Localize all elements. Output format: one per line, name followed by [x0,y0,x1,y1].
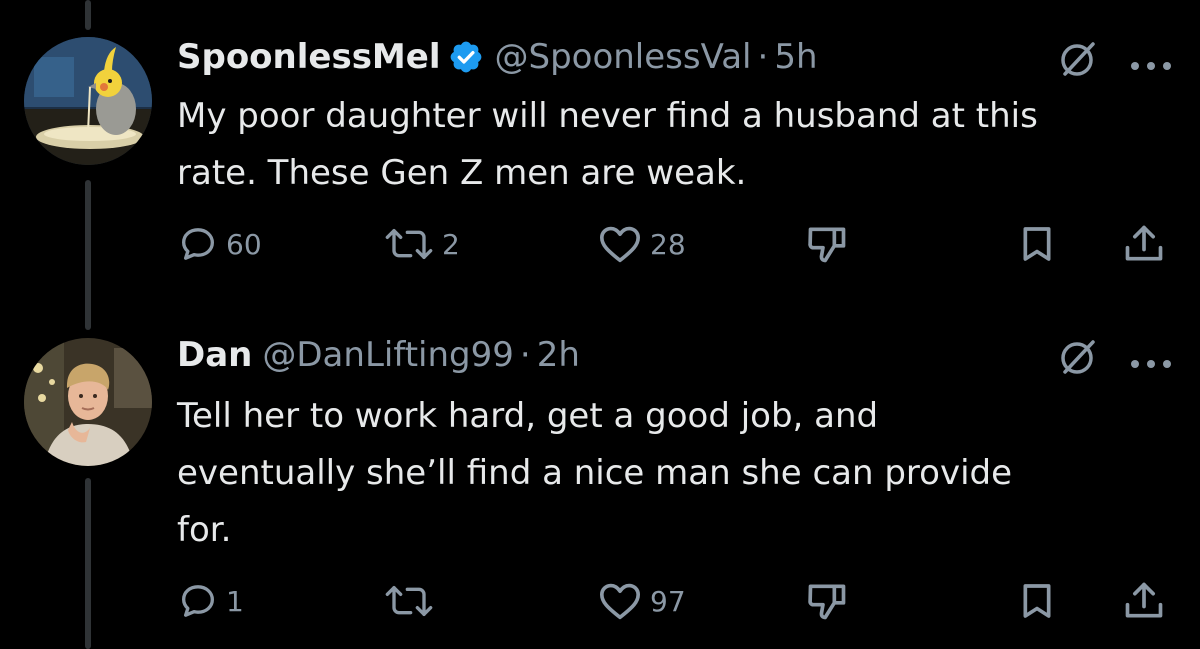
share-button[interactable] [1122,576,1166,626]
reply-count: 60 [226,227,262,261]
repost-button[interactable]: 2 [384,219,460,269]
dislike-button[interactable] [804,576,850,626]
more-icon[interactable] [1130,354,1172,368]
like-count: 28 [650,227,686,261]
handle[interactable]: @DanLifting99 [262,335,514,375]
action-bar: 60 2 28 [0,219,1200,269]
grok-icon[interactable] [1057,38,1099,80]
share-icon [1125,225,1163,261]
repost-icon [385,586,433,616]
tweet-dan[interactable]: Dan @DanLifting99 · 2h Tell her to work … [0,330,1200,649]
tweet-spoonlessmel[interactable]: SpoonlessMel @SpoonlessVal · 5h My poor … [0,32,1200,272]
bookmark-button[interactable] [1017,576,1057,626]
avatar-spoonlessmel[interactable] [24,37,152,165]
avatar-dan[interactable] [24,338,152,466]
tweet-text-line: My poor daughter will never find a husba… [177,96,1038,136]
tweet-header: SpoonlessMel @SpoonlessVal · 5h [177,32,818,82]
thumbs-down-icon [808,584,846,620]
tweet-text: My poor daughter will never find a husba… [177,88,1167,202]
reply-button[interactable]: 1 [178,576,244,626]
tweet-text: Tell her to work hard, get a good job, a… [177,388,1167,559]
tweet-text-line: for. [177,510,232,550]
bookmark-icon [1023,584,1051,618]
tweet-text-line: Tell her to work hard, get a good job, a… [177,396,879,436]
tweet-top-actions [1000,38,1200,82]
reply-icon [182,585,214,617]
thread-line-top [85,0,91,30]
like-button[interactable]: 28 [598,219,686,269]
bookmark-button[interactable] [1017,219,1057,269]
verified-badge-icon [448,39,484,75]
display-name[interactable]: Dan [177,335,252,375]
timestamp[interactable]: 2h [537,335,580,375]
heart-icon [599,583,640,620]
reply-count: 1 [226,584,244,618]
tweet-header: Dan @DanLifting99 · 2h [177,330,580,380]
reply-icon [182,228,214,260]
more-icon[interactable] [1130,56,1172,70]
separator-dot: · [757,37,769,77]
repost-count: 2 [442,227,460,261]
bookmark-icon [1023,227,1051,261]
repost-button[interactable] [384,576,442,626]
share-button[interactable] [1122,219,1166,269]
timestamp[interactable]: 5h [774,37,817,77]
separator-dot: · [519,335,531,375]
display-name[interactable]: SpoonlessMel [177,37,440,77]
like-button[interactable]: 97 [598,576,686,626]
repost-icon [385,229,433,259]
handle[interactable]: @SpoonlessVal [494,37,751,77]
share-icon [1125,582,1163,618]
thumbs-down-icon [808,227,846,263]
reply-button[interactable]: 60 [178,219,262,269]
heart-icon [599,226,640,263]
action-bar: 1 97 [0,576,1200,626]
grok-icon[interactable] [1057,336,1099,378]
tweet-text-line: rate. These Gen Z men are weak. [177,153,747,193]
dislike-button[interactable] [804,219,850,269]
tweet-top-actions [1000,336,1200,380]
like-count: 97 [650,584,686,618]
tweet-text-line: eventually she’ll find a nice man she ca… [177,453,1013,493]
